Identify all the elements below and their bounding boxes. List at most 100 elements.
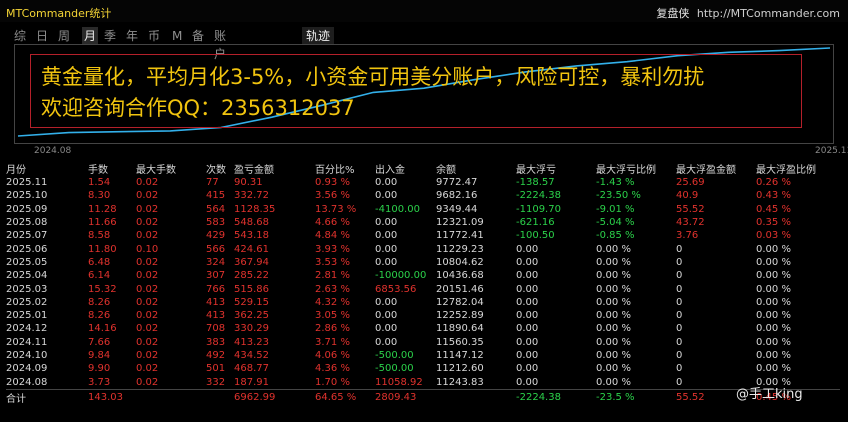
table-cell: 543.18: [234, 230, 269, 242]
tab-1[interactable]: 日: [36, 27, 48, 45]
brand-url[interactable]: http://MTCommander.com: [697, 7, 840, 20]
table-row[interactable]: 2025.01 8.26 0.02 413 362.25 3.05 % 0.00 12252.…: [6, 309, 840, 322]
table-row[interactable]: 2024.11 7.66 0.02 383 413.23 3.71 % 0.00 11560.…: [6, 336, 840, 349]
table-row[interactable]: 2025.06 11.80 0.10 566 424.61 3.93 % 0.00 11229…: [6, 242, 840, 255]
table-cell: 3.76: [676, 230, 699, 242]
table-cell: 0.00 %: [596, 336, 631, 348]
table-cell: 9682.16: [436, 190, 478, 202]
table-cell: 0.02: [136, 323, 159, 335]
table-row[interactable]: 2024.08 3.73 0.02 332 187.91 1.70 % 11058.92 11…: [6, 375, 840, 389]
table-cell: 468.77: [234, 363, 269, 375]
table-row[interactable]: 2025.03 15.32 0.02 766 515.86 2.63 % 6853.56 20…: [6, 282, 840, 295]
column-header: 最大手数: [136, 165, 176, 176]
table-cell: 0: [676, 283, 683, 295]
total-cell: 6962.99: [234, 388, 315, 405]
table-cell: 11560.35: [436, 336, 484, 348]
table-cell: 766: [206, 283, 226, 295]
column-header: 百分比%: [315, 165, 355, 176]
table-cell: 7.66: [88, 336, 111, 348]
table-row[interactable]: 2025.08 11.66 0.02 583 548.68 4.66 % 0.00 12321…: [6, 216, 840, 229]
x-tick-start: 2024.08: [34, 146, 72, 156]
table-cell: 0.02: [136, 177, 159, 189]
table-cell: -1.43 %: [596, 177, 635, 189]
table-cell: 0.00: [375, 336, 398, 348]
table-cell: 492: [206, 350, 226, 361]
table-row[interactable]: 2024.12 14.16 0.02 708 330.29 2.86 % 0.00 11890…: [6, 322, 840, 335]
table-cell: 0.00 %: [756, 270, 791, 282]
table-row[interactable]: 2025.10 8.30 0.02 415 332.72 3.56 % 0.00 9682.1…: [6, 189, 840, 202]
table-cell: 0.93 %: [315, 177, 350, 189]
table-row[interactable]: 2025.02 8.26 0.02 413 529.15 4.32 % 0.00 12782.…: [6, 296, 840, 309]
table-cell: 2024.10: [6, 350, 48, 361]
table-cell: 0: [676, 350, 683, 361]
track-button[interactable]: 轨迹: [302, 27, 335, 45]
title-bar: MTCommander统计 复盘侠 http://MTCommander.com: [0, 0, 848, 22]
table-cell: 0.03 %: [756, 230, 791, 242]
table-cell: 11229.23: [436, 243, 484, 255]
total-cell: 合计: [6, 388, 88, 405]
table-cell: 4.66 %: [315, 217, 350, 229]
table-cell: 0.00: [516, 243, 539, 255]
tab-9[interactable]: 账户: [214, 27, 226, 61]
table-cell: 187.91: [234, 376, 269, 388]
table-cell: 3.71 %: [315, 336, 350, 348]
tab-6[interactable]: 币: [148, 27, 160, 45]
table-cell: 11147.12: [436, 350, 484, 361]
table-row[interactable]: 2024.09 9.90 0.02 501 468.77 4.36 % -500.00 112…: [6, 362, 840, 375]
table-cell: 2025.06: [6, 243, 48, 255]
table-cell: 362.25: [234, 310, 269, 322]
table-cell: 4.36 %: [315, 363, 350, 375]
table-cell: 0: [676, 243, 683, 255]
table-cell: 90.31: [234, 177, 263, 189]
tab-2[interactable]: 周: [58, 27, 70, 45]
total-cell: 143.03: [88, 388, 136, 405]
table-cell: 14.16: [88, 323, 117, 335]
table-cell: 332.72: [234, 190, 269, 202]
table-cell: 415: [206, 190, 226, 202]
table-cell: 0.00: [516, 336, 539, 348]
table-cell: 77: [206, 177, 219, 189]
tab-5[interactable]: 年: [126, 27, 138, 45]
table-cell: 0.00: [375, 243, 398, 255]
brand: 复盘侠 http://MTCommander.com: [656, 5, 840, 21]
tab-8[interactable]: 备: [192, 27, 204, 45]
table-row[interactable]: 2025.07 8.58 0.02 429 543.18 4.84 % 0.00 11772.…: [6, 229, 840, 242]
table-row[interactable]: 2024.10 9.84 0.02 492 434.52 4.06 % -500.00 111…: [6, 349, 840, 362]
table-cell: 2025.11: [6, 177, 48, 189]
table-cell: 0.00 %: [756, 283, 791, 295]
table-cell: 0.00 %: [756, 310, 791, 322]
table-row[interactable]: 2025.05 6.48 0.02 324 367.94 3.53 % 0.00 10804.…: [6, 256, 840, 269]
total-row: 合计 143.03 6962.99 64.65 % 2809.43 -2224.38 -23…: [6, 388, 840, 405]
table-cell: 2.63 %: [315, 283, 350, 295]
table-row[interactable]: 2025.04 6.14 0.02 307 285.22 2.81 % -10000.00 1…: [6, 269, 840, 282]
table-cell: 9772.47: [436, 177, 478, 189]
tab-4[interactable]: 季: [104, 27, 116, 45]
table-cell: -500.00: [375, 363, 414, 375]
table-cell: 8.30: [88, 190, 111, 202]
table-cell: 12321.09: [436, 217, 484, 229]
table-cell: 2024.11: [6, 336, 48, 348]
table-cell: 0.02: [136, 310, 159, 322]
table-cell: 0.02: [136, 217, 159, 229]
table-cell: 1.70 %: [315, 376, 350, 388]
monthly-stats-table: 月份 手数 最大手数 次数 盈亏金额 百分比% 出入金 余额 最大浮亏 最大浮亏比例 最大浮盈金额 最…: [6, 161, 840, 405]
table-cell: 2024.12: [6, 323, 48, 335]
table-cell: 0.00: [516, 296, 539, 308]
tab-7[interactable]: M: [172, 27, 182, 45]
watermark: @手工king: [736, 387, 803, 402]
table-cell: 0.00: [516, 270, 539, 282]
table-cell: -138.57: [516, 177, 555, 189]
column-header: 月份: [6, 165, 26, 176]
table-row[interactable]: 2025.09 11.28 0.02 564 1128.35 13.73 % -4100.0…: [6, 203, 840, 216]
table-cell: 0.00 %: [596, 296, 631, 308]
table-cell: 0.00 %: [596, 363, 631, 375]
table-cell: 0.00 %: [596, 376, 631, 388]
tab-0[interactable]: 综: [14, 27, 26, 45]
tab-3[interactable]: 月: [82, 27, 99, 45]
table-cell: 2.86 %: [315, 323, 350, 335]
table-row[interactable]: 2025.11 1.54 0.02 77 90.31 0.93 % 0.00 9772.47 -…: [6, 176, 840, 189]
table-cell: 0.45 %: [756, 203, 791, 215]
total-cell: [436, 388, 516, 405]
table-cell: 566: [206, 243, 226, 255]
table-cell: 0.00: [375, 177, 398, 189]
